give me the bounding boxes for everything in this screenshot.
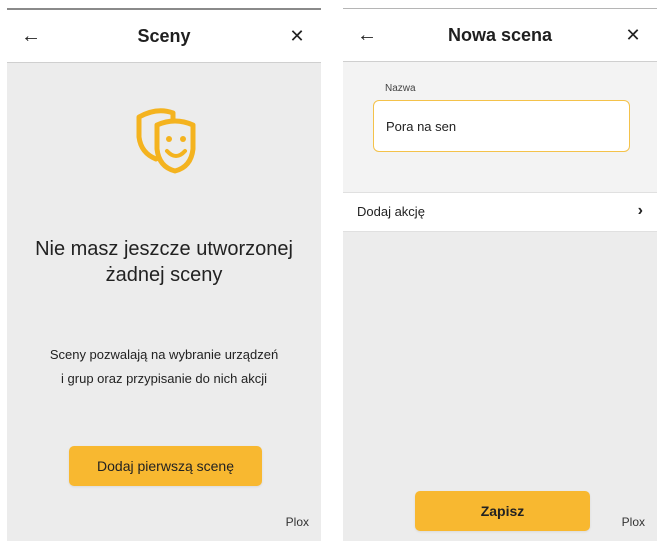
add-action-label: Dodaj akcję	[357, 204, 425, 219]
scenes-screen: ← Sceny ✕ Nie masz jeszcze utworzonej ża…	[7, 8, 321, 541]
close-button[interactable]: ✕	[611, 9, 655, 61]
scene-name-input[interactable]	[373, 100, 630, 152]
scenes-header: ← Sceny ✕	[7, 10, 321, 63]
brand-label: Plox	[285, 515, 309, 529]
new-scene-header: ← Nowa scena ✕	[343, 9, 657, 62]
add-action-row[interactable]: Dodaj akcję ›	[343, 192, 657, 232]
page-title: Nowa scena	[447, 25, 553, 45]
empty-description-line-2: i grup oraz przypisanie do nich akcji	[61, 371, 267, 386]
save-button[interactable]: Zapisz	[415, 491, 590, 531]
close-button[interactable]: ✕	[275, 10, 319, 62]
page-title: Sceny	[137, 26, 191, 46]
chevron-right-icon: ›	[637, 202, 643, 219]
empty-description-line-1: Sceny pozwalają na wybranie urządzeń	[49, 347, 279, 362]
back-button[interactable]: ←	[345, 9, 389, 61]
theater-masks-icon	[136, 108, 196, 174]
arrow-left-icon: ←	[21, 24, 41, 47]
brand-label: Plox	[621, 515, 645, 529]
back-button[interactable]: ←	[9, 10, 53, 62]
close-icon: ✕	[625, 24, 641, 45]
arrow-left-icon: ←	[357, 23, 377, 46]
name-field-label: Nazwa	[385, 83, 416, 94]
empty-state-description: Sceny pozwalają na wybranie urządzeń i g…	[21, 343, 307, 391]
new-scene-screen: ← Nowa scena ✕ Nazwa Dodaj akcję › Zapis…	[343, 8, 657, 541]
empty-state-title: Nie masz jeszcze utworzonej żadnej sceny	[35, 238, 293, 286]
add-first-scene-button[interactable]: Dodaj pierwszą scenę	[69, 446, 262, 486]
close-icon: ✕	[289, 25, 305, 46]
